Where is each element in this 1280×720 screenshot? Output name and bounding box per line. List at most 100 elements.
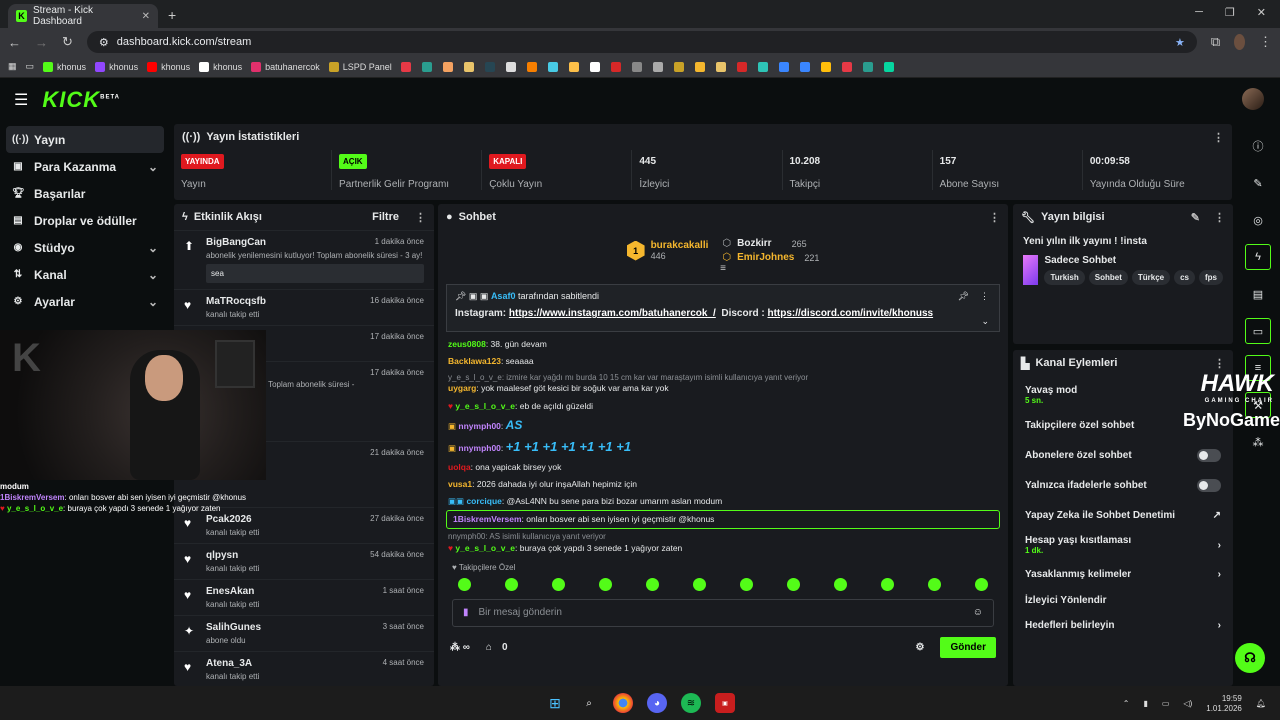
bookmark-item[interactable]: khonus <box>147 61 190 72</box>
emote-icon[interactable] <box>505 577 518 591</box>
mic-icon[interactable]: ▮ <box>1143 699 1147 708</box>
chat-message[interactable]: vusa1: 2026 dahada iyi olur inşaAllah he… <box>446 476 1000 493</box>
instagram-link[interactable]: https://www.instagram.com/batuhanercok_/ <box>509 308 716 319</box>
activity-item[interactable]: ✦ SalihGunes 3 saat önce abone oldu <box>174 615 434 651</box>
bookmark-item[interactable]: khonus <box>43 61 86 72</box>
close-tab-icon[interactable]: ✕ <box>142 11 150 22</box>
store-icon[interactable]: ⌂ <box>486 642 492 653</box>
chat-icon[interactable]: ▭ <box>1245 318 1271 344</box>
activity-item[interactable]: ♥ EnesAkan 1 saat önce kanalı takip etti <box>174 579 434 615</box>
start-icon[interactable]: ⊞ <box>545 693 565 713</box>
discord-link[interactable]: https://discord.com/invite/khonuss <box>767 308 933 319</box>
bookmark-star-icon[interactable]: ★ <box>1175 36 1185 49</box>
sidebar-item-basarilar[interactable]: 🏆︎ Başarılar <box>6 180 164 207</box>
chat-message[interactable]: zeus0808: 38. gün devam <box>446 336 1000 353</box>
sidebar-item-ayarlar[interactable]: ⚙ Ayarlar ⌄ <box>6 288 164 315</box>
camera-icon[interactable]: ◎ <box>1245 207 1271 233</box>
chat-settings-icon[interactable]: ⚙ <box>915 642 924 653</box>
bookmark-item[interactable]: batuhanercok <box>251 61 320 72</box>
clock[interactable]: 19:59 1.01.2026 <box>1206 694 1242 713</box>
sidebar-item-para-kazanma[interactable]: ▣ Para Kazanma ⌄ <box>6 153 164 180</box>
support-headset-icon[interactable]: ☊ <box>1235 643 1265 673</box>
emote-icon[interactable] <box>646 577 659 591</box>
sidebar-item-yayin[interactable]: ((·)) Yayın <box>6 126 164 153</box>
chat-message[interactable]: y_e_s_l_o_v_e: izmire kar yağdı mı burda… <box>446 370 1000 397</box>
new-tab-icon[interactable]: + <box>168 7 176 23</box>
chat-message-highlighted[interactable]: 1BiskremVersem: onları bosver abi sen iy… <box>446 510 1000 530</box>
search-icon[interactable]: ⌕ <box>579 693 599 713</box>
bookmark-item[interactable]: LSPD Panel <box>328 61 392 72</box>
emote-icon[interactable] <box>458 577 471 591</box>
tag[interactable]: Sohbet <box>1088 270 1128 285</box>
info-icon[interactable]: ⓘ <box>1245 133 1271 159</box>
volume-icon[interactable]: ◁) <box>1183 699 1192 708</box>
raid-row[interactable]: İzleyici Yönlendir <box>1013 588 1233 612</box>
unpin-icon[interactable]: 📌︎ <box>958 291 969 302</box>
ai-moderation-row[interactable]: Yapay Zeka ile Sohbet Denetimi ↗ <box>1013 500 1233 530</box>
chat-message[interactable]: ♥ y_e_s_l_o_v_e: eb de açıldı güzeldi <box>446 398 1000 415</box>
leaderboard-entry[interactable]: ⬡ EmirJohnes 221 <box>722 252 819 263</box>
site-info-icon[interactable]: ⚙ <box>99 36 109 49</box>
activity-item[interactable]: ♥ qlpysn 54 dakika önce kanalı takip etti <box>174 543 434 579</box>
expand-leaderboard-icon[interactable]: ≡ <box>438 263 1008 274</box>
goals-row[interactable]: Hedefleri belirleyin › <box>1013 612 1233 638</box>
spotify-icon[interactable]: ≋ <box>681 693 701 713</box>
apps-icon[interactable]: ▦ <box>8 61 17 72</box>
emote-icon[interactable] <box>834 577 847 591</box>
tag[interactable]: cs <box>1174 270 1195 285</box>
bookmark-icons-row[interactable] <box>400 61 894 72</box>
bookmark-item[interactable]: khonus <box>199 61 242 72</box>
bolt-icon[interactable]: ϟ <box>1245 244 1271 270</box>
extensions-icon[interactable]: ⧉ <box>1211 34 1220 50</box>
more-options-icon[interactable]: ⋮ <box>1214 357 1225 370</box>
app-icon[interactable]: ▣ <box>715 693 735 713</box>
tag[interactable]: Turkish <box>1044 270 1085 285</box>
sidebar-item-studyo[interactable]: ◉ Stüdyo ⌄ <box>6 234 164 261</box>
close-window-icon[interactable]: ✕ <box>1257 6 1266 19</box>
category-name[interactable]: Sadece Sohbet <box>1044 255 1223 266</box>
emote-icon[interactable] <box>928 577 941 591</box>
network-icon[interactable]: ▭ <box>1162 699 1170 708</box>
chat-input[interactable]: ▮ Bir mesaj gönderin ☺ <box>452 598 994 627</box>
tag[interactable]: fps <box>1199 270 1223 285</box>
notifications-icon[interactable]: 🔔︎ <box>1256 699 1266 708</box>
activity-item[interactable]: ⬆ BigBangCan 1 dakika önce abonelik yenilem… <box>174 230 434 289</box>
minimize-icon[interactable]: ─ <box>1195 6 1203 19</box>
more-options-icon[interactable]: ⋮ <box>980 291 989 302</box>
back-icon[interactable]: ← <box>8 35 21 50</box>
banned-words-row[interactable]: Yasaklanmış kelimeler › <box>1013 560 1233 588</box>
more-options-icon[interactable]: ⋮ <box>1214 211 1225 224</box>
url-field[interactable]: ⚙ dashboard.kick.com/stream ★ <box>86 31 1197 53</box>
account-age-row[interactable]: Hesap yaşı kısıtlaması 1 dk. › <box>1013 530 1233 560</box>
more-options-icon[interactable]: ⋮ <box>1213 131 1224 144</box>
profile-icon[interactable] <box>1234 34 1245 50</box>
kick-logo[interactable]: KICKBETA <box>42 87 120 113</box>
document-icon[interactable]: ▤ <box>1245 281 1271 307</box>
chat-message[interactable]: ▣▣ corcique: @AsL4NN bu sene para bizi b… <box>446 493 1000 510</box>
sidebar-item-droplar[interactable]: ▤ Droplar ve ödüller <box>6 207 164 234</box>
chat-message[interactable]: ▣ nnymph00: +1 +1 +1 +1 +1 +1 +1 <box>446 436 1000 459</box>
filter-button[interactable]: Filtre <box>372 211 399 223</box>
emote-icon[interactable] <box>975 577 988 591</box>
emote-icon[interactable] <box>787 577 800 591</box>
emote-icon[interactable] <box>881 577 894 591</box>
leaderboard-entry[interactable]: ⬡ Bozkirr 265 <box>722 238 819 249</box>
chat-message[interactable]: ▣ nnymph00: AS <box>446 415 1000 437</box>
chat-message[interactable]: Backlawa123: seaaaa <box>446 353 1000 370</box>
emoji-picker-icon[interactable]: ☺ <box>973 607 983 618</box>
chevron-down-icon[interactable]: ⌄ <box>981 316 989 327</box>
bookmark-item[interactable]: khonus <box>95 61 138 72</box>
emotes-only-toggle[interactable] <box>1197 478 1221 492</box>
mic-icon[interactable]: ▮ <box>463 607 469 618</box>
edit-icon[interactable]: ✎ <box>1245 170 1271 196</box>
emotes-only-row[interactable]: Yalnızca ifadelerle sohbet <box>1013 470 1233 500</box>
discord-icon[interactable]: ◕ <box>647 693 667 713</box>
user-avatar[interactable] <box>1242 88 1264 110</box>
subs-only-toggle[interactable] <box>1197 448 1221 462</box>
more-options-icon[interactable]: ⋮ <box>989 211 1000 224</box>
emote-icon[interactable] <box>552 577 565 591</box>
edit-icon[interactable]: ✎ <box>1191 211 1200 224</box>
emote-icon[interactable] <box>740 577 753 591</box>
browser-tab[interactable]: K Stream - Kick Dashboard ✕ <box>8 4 158 28</box>
tag[interactable]: Türkçe <box>1131 270 1171 285</box>
